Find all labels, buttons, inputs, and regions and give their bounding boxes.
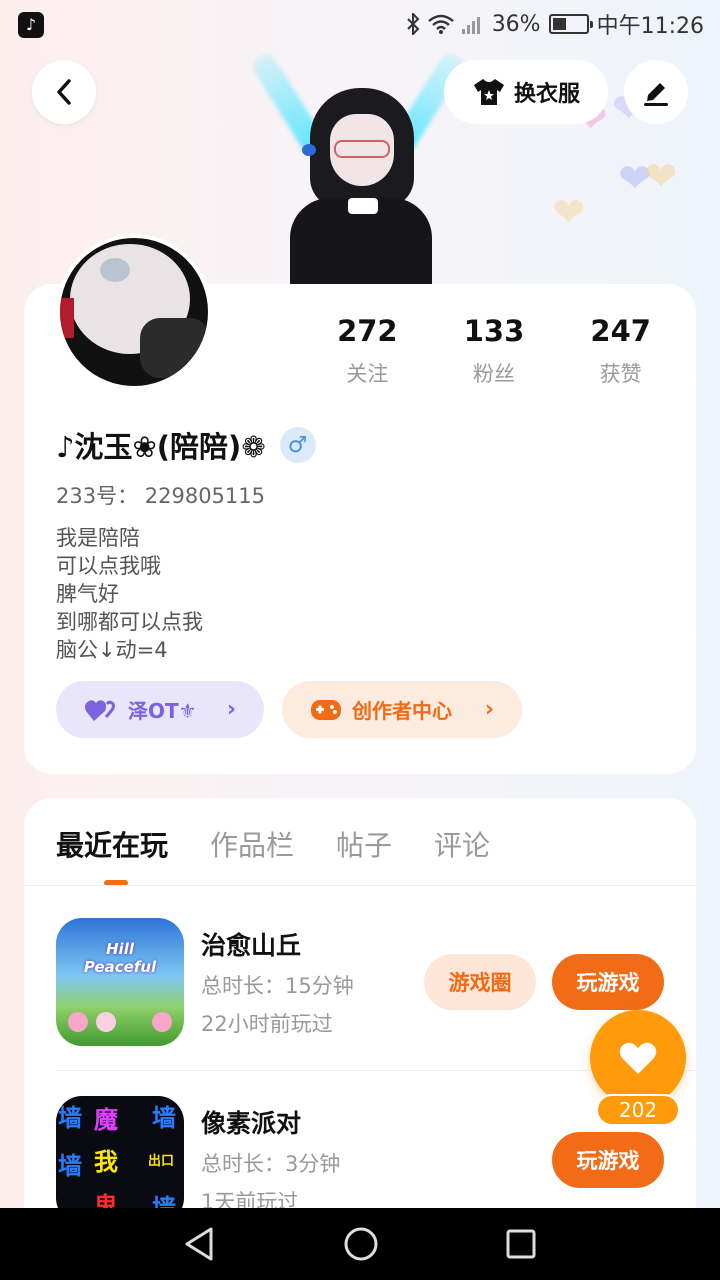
play-game-button[interactable]: 玩游戏 [552, 954, 664, 1010]
heart-decoration: ❤ [552, 190, 586, 236]
nickname: ♪沈玉❀(陪陪)❁ [56, 430, 266, 464]
followers-count: 133 [463, 314, 525, 348]
clock: 中午11:26 [596, 14, 704, 39]
heart-decoration: ❤ [644, 154, 678, 200]
game-community-button[interactable]: 游戏圈 [424, 954, 536, 1010]
profile-tabs: 最近在玩 作品栏 帖子 评论 [56, 824, 490, 864]
game-icon-peaceful-hill[interactable]: Hill Peaceful [56, 918, 184, 1046]
bio-line: 可以点我哦 [56, 554, 161, 578]
following-count: 272 [337, 314, 398, 348]
game-last-played: 22小时前玩过 [201, 1012, 333, 1036]
wifi-icon [427, 14, 454, 34]
creator-center-button[interactable]: 创作者中心 › [282, 681, 522, 738]
divider [24, 885, 696, 886]
home-circle-icon[interactable] [343, 1226, 379, 1262]
user-id[interactable]: 233号： 229805115 [56, 480, 265, 510]
game-icon-text: Hill Peaceful [83, 940, 157, 976]
status-bar: ♪ 36% 中午11:26 [0, 0, 720, 48]
group-tag-button[interactable]: 泽OT⚜ › [56, 681, 264, 738]
bio-line: 到哪都可以点我 [56, 610, 203, 634]
change-outfit-label: 换衣服 [513, 82, 580, 107]
followers-stat[interactable]: 133 粉丝 [431, 314, 558, 388]
double-heart-icon [85, 699, 115, 721]
shirt-icon [473, 79, 504, 105]
bluetooth-icon [406, 13, 420, 35]
group-tag-label: 泽OT⚜ [128, 699, 197, 723]
back-button[interactable] [32, 60, 96, 124]
play-game-button[interactable]: 玩游戏 [552, 1132, 664, 1188]
gamepad-icon [311, 699, 341, 720]
back-triangle-icon[interactable] [183, 1226, 217, 1262]
stats-row: 272 关注 133 粉丝 247 获赞 [304, 314, 684, 388]
change-outfit-button[interactable]: 换衣服 [444, 60, 608, 124]
chevron-right-icon: › [226, 697, 236, 722]
tab-works[interactable]: 作品栏 [210, 824, 294, 864]
followers-label: 粉丝 [473, 362, 515, 386]
chevron-right-icon: › [484, 697, 494, 722]
profile-avatar[interactable] [56, 234, 212, 390]
creator-center-label: 创作者中心 [352, 699, 452, 723]
like-count: 202 [596, 1094, 680, 1126]
game-icon-text: 墙 [58, 1104, 82, 1132]
pencil-icon [644, 83, 668, 106]
game-icon-text: 墙 [58, 1152, 82, 1180]
likes-label: 获赞 [599, 362, 642, 386]
system-nav-bar [0, 1208, 720, 1280]
chevron-left-icon [57, 79, 71, 105]
recents-square-icon[interactable] [505, 1228, 537, 1260]
game-duration: 总时长：15分钟 [201, 974, 354, 998]
signal-icon [461, 14, 484, 34]
tab-comments[interactable]: 评论 [434, 824, 490, 864]
nickname-row: ♪沈玉❀(陪陪)❁ ♂ [56, 424, 316, 466]
game-icon-text: 我 [94, 1148, 118, 1176]
heart-icon [619, 1042, 657, 1074]
game-icon-text: 出口 [148, 1154, 175, 1169]
game-name: 像素派对 [201, 1109, 302, 1138]
bio-line: 脑公↓动=4 [56, 638, 168, 662]
likes-stat[interactable]: 247 获赞 [557, 314, 684, 388]
following-label: 关注 [346, 362, 389, 386]
game-icon-text: 墙 [152, 1104, 176, 1132]
like-button[interactable] [590, 1010, 686, 1106]
bio-line: 脾气好 [56, 582, 119, 606]
likes-count: 247 [590, 314, 651, 348]
game-duration: 总时长：3分钟 [201, 1152, 341, 1176]
game-name: 治愈山丘 [201, 931, 302, 960]
tab-posts[interactable]: 帖子 [336, 824, 392, 864]
gender-male-icon: ♂ [279, 427, 316, 463]
game-row[interactable]: 墙 魔 墙 墙 我 出口 鬼 墙 像素派对 总时长：3分钟 1天前玩过 玩游戏 [56, 1096, 666, 1224]
tab-recent-played[interactable]: 最近在玩 [56, 824, 168, 864]
tiktok-app-icon: ♪ [18, 12, 44, 38]
following-stat[interactable]: 272 关注 [304, 314, 431, 388]
bio-line: 我是陪陪 [56, 526, 140, 550]
game-icon-pixel-party[interactable]: 墙 魔 墙 墙 我 出口 鬼 墙 [56, 1096, 184, 1224]
battery-icon [548, 14, 593, 34]
edit-profile-button[interactable] [624, 60, 688, 124]
bio: 我是陪陪 可以点我哦 脾气好 到哪都可以点我 脑公↓动=4 [56, 524, 203, 664]
game-icon-text: 魔 [94, 1106, 118, 1134]
battery-percent: 36% [491, 11, 541, 37]
game-row[interactable]: Hill Peaceful 治愈山丘 总时长：15分钟 22小时前玩过 游戏圈 … [56, 918, 666, 1046]
